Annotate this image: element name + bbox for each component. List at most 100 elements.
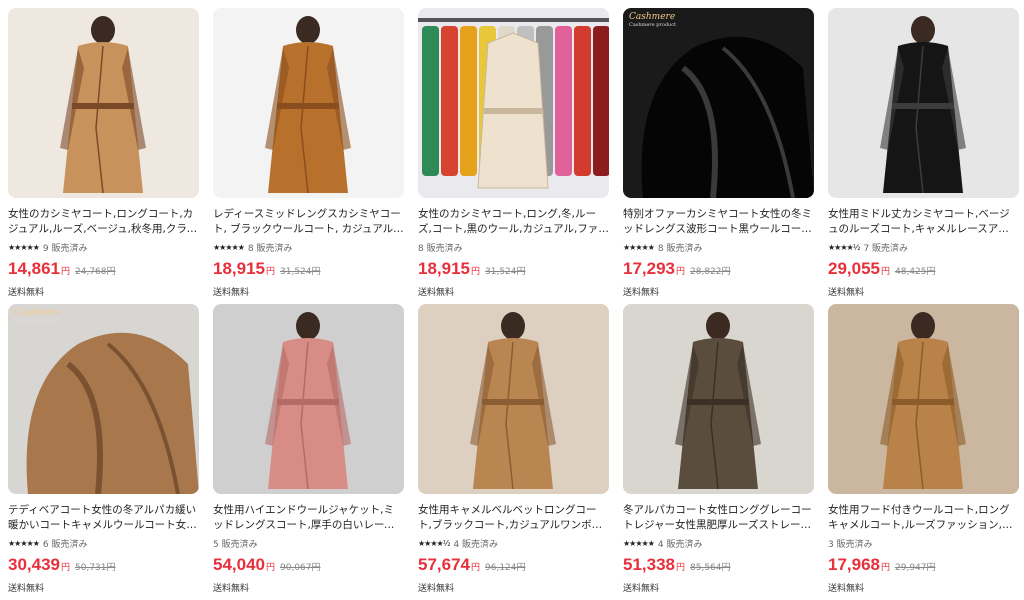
brown-coat-photo [265, 16, 351, 194]
free-shipping-label: 送料無料 [8, 584, 45, 594]
price-row: 18,915 円 31,524円 [418, 259, 609, 281]
free-shipping-label: 送料無料 [828, 288, 865, 298]
product-image[interactable]: Cashmere Cashmere product [623, 8, 814, 198]
sold-count: 7 販売済み [863, 243, 909, 254]
sold-count: 8 販売済み [657, 243, 703, 254]
original-price: 50,731円 [75, 563, 116, 573]
rating-row: ★★★★½ 7 販売済み [828, 240, 1019, 254]
color-variety-photo [418, 18, 609, 189]
sold-count: 6 販売済み [42, 539, 88, 550]
price-row: 18,915 円 31,524円 [213, 259, 404, 281]
original-price: 31,524円 [485, 267, 526, 277]
price-row: 14,861 円 24,768円 [8, 259, 199, 281]
product-card[interactable]: 女性用ハイエンドウールジャケット,ミッドレングスコート,厚手の白いレースアップ,… [213, 304, 404, 600]
free-shipping-label: 送料無料 [8, 288, 45, 298]
product-image[interactable] [418, 304, 609, 494]
currency-label: 円 [881, 563, 891, 573]
star-rating-icon: ★★★★½ [418, 538, 450, 548]
original-price: 96,124円 [485, 563, 526, 573]
price-row: 54,040 円 90,067円 [213, 555, 404, 577]
free-shipping-label: 送料無料 [828, 584, 865, 594]
product-title[interactable]: レディースミッドレングスカシミヤコート, ブラックウールコート, カジュアルファ… [213, 207, 404, 237]
sale-price: 14,861 [8, 259, 60, 278]
product-image[interactable] [8, 8, 199, 198]
sold-count: 9 販売済み [42, 243, 88, 254]
currency-label: 円 [676, 267, 686, 277]
product-card[interactable]: 女性のカシミヤコート,ロングコート,カジュアル,ルーズ,ベージュ,秋冬用,クラシ… [8, 8, 199, 304]
rating-row: ★★★★★ 6 販売済み [8, 536, 199, 550]
rating-row: ★★★★★ 8 販売済み [213, 240, 404, 254]
product-title[interactable]: 女性のカシミヤコート,ロングコート,カジュアル,ルーズ,ベージュ,秋冬用,クラシ… [8, 207, 199, 237]
sold-count: 5 販売済み [213, 539, 258, 550]
product-title[interactable]: 女性用フード付きウールコート,ロングキャメルコート,ルーズファッション,カジュア… [828, 503, 1019, 533]
rating-row: ★★★★★ 8 販売済み [623, 240, 814, 254]
product-image[interactable] [828, 304, 1019, 494]
product-title[interactable]: 女性用ミドル丈カシミヤコート,ベージュのルーズコート,キャメルレースアップ,ダブ… [828, 207, 1019, 237]
product-title[interactable]: テディベアコート女性の冬アルパカ緩い暖かいコートキャメルウールコート女性のクラシ… [8, 503, 199, 533]
sold-count: 8 販売済み [418, 243, 463, 254]
cashmere-badge: Cashmere Cashmere product [14, 308, 62, 324]
sold-count: 4 販売済み [453, 539, 499, 550]
cashmere-badge-subtitle: Cashmere product [629, 22, 677, 28]
camel-coat-photo [60, 16, 146, 194]
product-image[interactable] [418, 8, 609, 198]
product-card[interactable]: Cashmere Cashmere product テディベアコート女性の冬アルパ… [8, 304, 199, 600]
product-image[interactable] [213, 304, 404, 494]
product-title[interactable]: 女性用ハイエンドウールジャケット,ミッドレングスコート,厚手の白いレースアップ,… [213, 503, 404, 533]
original-price: 90,067円 [280, 563, 321, 573]
black-cashmere-photo [641, 36, 814, 198]
product-title[interactable]: 女性のカシミヤコート,ロング,冬,ルーズ,コート,黒のウール,カジュアル,ファッ… [418, 207, 609, 237]
product-card[interactable]: 女性用キャメルベルベットロングコート,ブラックコート,カジュアルワンボタン,ウォ… [418, 304, 609, 600]
free-shipping-label: 送料無料 [623, 288, 660, 298]
star-rating-icon: ★★★★★ [8, 242, 40, 252]
black-coat-photo [880, 16, 966, 194]
sale-price: 18,915 [418, 259, 470, 278]
original-price: 48,425円 [895, 267, 936, 277]
original-price: 31,524円 [280, 267, 321, 277]
product-card[interactable]: 女性のカシミヤコート,ロング,冬,ルーズ,コート,黒のウール,カジュアル,ファッ… [418, 8, 609, 304]
currency-label: 円 [471, 563, 481, 573]
currency-label: 円 [266, 563, 276, 573]
rating-row: ★★★★★ 4 販売済み [623, 536, 814, 550]
product-card[interactable]: Cashmere Cashmere product 特別オファーカシミヤコート女性… [623, 8, 814, 304]
sale-price: 57,674 [418, 555, 470, 574]
rating-row: ★★★★★ 9 販売済み [8, 240, 199, 254]
star-rating-icon: ★★★★½ [828, 242, 860, 252]
pink-coat-photo [265, 312, 351, 490]
teddy-coat-photo [26, 332, 199, 494]
currency-label: 円 [676, 563, 686, 573]
free-shipping-label: 送料無料 [418, 288, 455, 298]
product-image[interactable] [828, 8, 1019, 198]
product-title[interactable]: 冬アルパカコート女性ロンググレーコートレジャー女性黒肥厚ルーズストレートタイプダ… [623, 503, 814, 533]
camel-velvet-coat-photo [470, 312, 556, 490]
star-rating-icon: ★★★★★ [623, 538, 655, 548]
original-price: 28,822円 [690, 267, 731, 277]
price-row: 29,055 円 48,425円 [828, 259, 1019, 281]
product-card[interactable]: 女性用フード付きウールコート,ロングキャメルコート,ルーズファッション,カジュア… [828, 304, 1019, 600]
price-row: 17,968 円 29,947円 [828, 555, 1019, 577]
product-image[interactable] [623, 304, 814, 494]
sold-count: 4 販売済み [657, 539, 703, 550]
sale-price: 30,439 [8, 555, 60, 574]
sold-count: 8 販売済み [247, 243, 293, 254]
product-image[interactable] [213, 8, 404, 198]
cashmere-badge-subtitle: Cashmere product [14, 318, 62, 324]
product-title[interactable]: 特別オファーカシミヤコート女性の冬ミッドレングス波形コート黒ウールコート女性秋の… [623, 207, 814, 237]
product-title[interactable]: 女性用キャメルベルベットロングコート,ブラックコート,カジュアルワンボタン,ウォ… [418, 503, 609, 533]
product-card[interactable]: レディースミッドレングスカシミヤコート, ブラックウールコート, カジュアルファ… [213, 8, 404, 304]
grey-coat-photo [675, 312, 761, 490]
product-grid: 女性のカシミヤコート,ロングコート,カジュアル,ルーズ,ベージュ,秋冬用,クラシ… [8, 8, 1019, 600]
rating-row: 8 販売済み [418, 240, 609, 254]
price-row: 51,338 円 85,564円 [623, 555, 814, 577]
price-row: 30,439 円 50,731円 [8, 555, 199, 577]
currency-label: 円 [471, 267, 481, 277]
original-price: 24,768円 [75, 267, 116, 277]
rating-row: 5 販売済み [213, 536, 404, 550]
currency-label: 円 [61, 563, 71, 573]
rating-row: ★★★★½ 4 販売済み [418, 536, 609, 550]
product-card[interactable]: 女性用ミドル丈カシミヤコート,ベージュのルーズコート,キャメルレースアップ,ダブ… [828, 8, 1019, 304]
product-card[interactable]: 冬アルパカコート女性ロンググレーコートレジャー女性黒肥厚ルーズストレートタイプダ… [623, 304, 814, 600]
product-image[interactable]: Cashmere Cashmere product [8, 304, 199, 494]
sale-price: 29,055 [828, 259, 880, 278]
sale-price: 17,293 [623, 259, 675, 278]
